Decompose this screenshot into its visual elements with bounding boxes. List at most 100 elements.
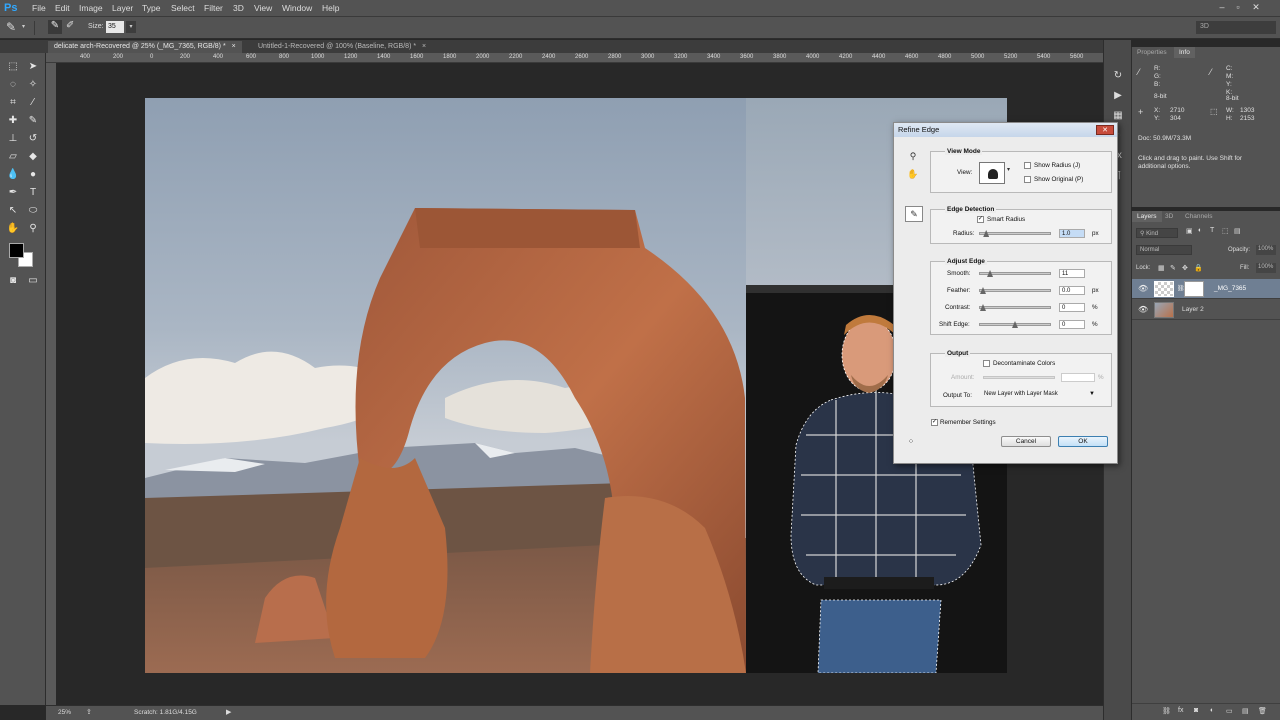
filter-kind-select[interactable]: ⚲ Kind (1136, 228, 1178, 238)
adjustment-layer-icon[interactable]: ◐ (1210, 707, 1214, 714)
filter-pixel-icon[interactable]: ▣ (1186, 227, 1193, 235)
new-layer-icon[interactable]: ▤ (1242, 707, 1249, 715)
menu-image[interactable]: Image (79, 3, 103, 13)
screen-mode-icon[interactable]: ▭ (24, 273, 42, 289)
healing-brush-icon[interactable]: ✚ (4, 113, 22, 129)
feather-slider-knob[interactable] (980, 287, 986, 294)
brush-tool-icon[interactable]: ✎ (6, 20, 16, 34)
pen-tool-icon[interactable]: ✒ (4, 185, 22, 201)
tab-close-icon[interactable]: × (232, 43, 236, 50)
smooth-slider[interactable] (979, 270, 1051, 277)
add-mask-icon[interactable]: ◙ (1194, 707, 1198, 714)
refine-radius-tool-icon[interactable]: ✎ (48, 20, 62, 34)
smooth-input[interactable]: 11 (1059, 269, 1085, 278)
ok-button[interactable]: OK (1058, 436, 1108, 447)
cancel-button[interactable]: Cancel (1001, 436, 1051, 447)
dialog-close-button[interactable]: ✕ (1096, 125, 1114, 135)
restore-icon[interactable]: ▫ (1232, 2, 1244, 13)
tab-info[interactable]: Info (1174, 47, 1195, 58)
export-icon[interactable]: ⇪ (86, 708, 92, 716)
radius-slider-knob[interactable] (983, 230, 990, 237)
blur-tool-icon[interactable]: 💧 (4, 167, 22, 183)
opacity-input[interactable]: 100% (1256, 245, 1276, 255)
shift-edge-slider[interactable] (979, 321, 1051, 328)
layer-name[interactable]: Layer 2 (1182, 306, 1204, 313)
menu-window[interactable]: Window (282, 3, 312, 13)
tab-layers[interactable]: Layers (1132, 211, 1162, 222)
layer-style-icon[interactable]: fx (1178, 707, 1183, 714)
tool-preset-chevron-icon[interactable]: ▾ (22, 23, 25, 30)
show-original-checkbox[interactable] (1024, 176, 1031, 183)
lock-transparent-icon[interactable]: ▦ (1158, 264, 1165, 272)
shift-edge-slider-knob[interactable] (1012, 321, 1018, 328)
visibility-eye-icon[interactable]: 👁 (1138, 305, 1148, 314)
close-icon[interactable]: ✕ (1250, 2, 1262, 13)
blend-mode-select[interactable]: Normal (1136, 245, 1192, 255)
foreground-color-swatch-front[interactable] (9, 243, 24, 258)
layer-mask-thumbnail[interactable] (1184, 281, 1204, 297)
radius-input[interactable]: 1.0 (1059, 229, 1085, 238)
menu-view[interactable]: View (254, 3, 272, 13)
menu-edit[interactable]: Edit (55, 3, 70, 13)
actions-icon[interactable]: ▶ (1109, 88, 1127, 104)
dialog-title-bar[interactable]: Refine Edge ✕ (894, 123, 1117, 137)
lock-position-icon[interactable]: ✥ (1182, 264, 1188, 272)
filter-smart-object-icon[interactable]: ▤ (1234, 227, 1241, 235)
type-tool-icon[interactable]: T (24, 185, 42, 201)
ellipse-tool-icon[interactable]: ⬭ (24, 203, 42, 219)
delete-layer-icon[interactable]: 🗑 (1258, 707, 1267, 715)
decontaminate-checkbox[interactable] (983, 360, 990, 367)
delicate-arch-photo[interactable] (145, 98, 746, 673)
view-preview-select[interactable] (979, 162, 1005, 184)
lock-image-icon[interactable]: ✎ (1170, 264, 1176, 272)
layer-row-layer2[interactable]: 👁 Layer 2 (1132, 300, 1280, 320)
radius-slider[interactable] (979, 230, 1051, 237)
layer-name[interactable]: _MG_7365 (1214, 285, 1246, 292)
zoom-tool-icon[interactable]: ⚲ (24, 221, 42, 237)
hand-tool-icon[interactable]: ✋ (906, 167, 920, 181)
tab-3d[interactable]: 3D (1160, 211, 1178, 222)
view-dropdown-icon[interactable]: ▾ (1007, 166, 1010, 173)
size-dropdown-icon[interactable]: ▾ (126, 21, 136, 33)
dodge-tool-icon[interactable]: ● (24, 167, 42, 183)
menu-select[interactable]: Select (171, 3, 195, 13)
new-group-icon[interactable]: ▭ (1226, 707, 1233, 715)
tab-close-icon[interactable]: × (422, 43, 426, 50)
crop-tool-icon[interactable]: ⌗ (4, 95, 22, 111)
link-layers-icon[interactable]: ⛓ (1162, 707, 1171, 715)
size-input[interactable]: 35 (106, 21, 124, 33)
menu-file[interactable]: File (32, 3, 46, 13)
feather-slider[interactable] (979, 287, 1051, 294)
remember-settings-checkbox[interactable]: ✓ (931, 419, 938, 426)
contrast-slider[interactable] (979, 304, 1051, 311)
move-tool-icon[interactable]: ➤ (24, 59, 42, 75)
tab-channels[interactable]: Channels (1180, 211, 1217, 222)
shift-edge-input[interactable]: 0 (1059, 320, 1085, 329)
quick-mask-icon[interactable]: ◙ (4, 273, 22, 289)
zoom-tool-icon[interactable]: ⚲ (906, 149, 920, 163)
path-selection-icon[interactable]: ↖ (4, 203, 22, 219)
history-icon[interactable]: ↻ (1109, 68, 1127, 84)
menu-type[interactable]: Type (142, 3, 160, 13)
history-brush-icon[interactable]: ↺ (24, 131, 42, 147)
hand-tool-icon[interactable]: ✋ (4, 221, 22, 237)
smart-radius-checkbox[interactable]: ✓ (977, 216, 984, 223)
zoom-level[interactable]: 25% (58, 709, 71, 716)
status-menu-arrow-icon[interactable]: ▶ (226, 708, 231, 716)
minimize-icon[interactable]: – (1216, 2, 1228, 13)
eraser-tool-icon[interactable]: ▱ (4, 149, 22, 165)
workspace-select[interactable]: 3D (1196, 21, 1276, 34)
clone-stamp-icon[interactable]: ⊥ (4, 131, 22, 147)
feather-input[interactable]: 0.0 (1059, 286, 1085, 295)
visibility-eye-icon[interactable]: 👁 (1138, 284, 1148, 293)
menu-help[interactable]: Help (322, 3, 339, 13)
refine-radius-tool-icon[interactable]: ✎ (905, 206, 923, 222)
output-to-select[interactable]: New Layer with Layer Mask ▼ (981, 390, 1099, 401)
eyedropper-tool-icon[interactable]: ⁄ (24, 95, 42, 111)
tab-properties[interactable]: Properties (1132, 47, 1172, 58)
quick-selection-tool-icon[interactable]: ✧ (24, 77, 42, 93)
filter-shape-icon[interactable]: ⬚ (1222, 227, 1229, 235)
contrast-slider-knob[interactable] (980, 304, 986, 311)
fill-input[interactable]: 100% (1256, 263, 1276, 273)
paint-bucket-icon[interactable]: ◆ (24, 149, 42, 165)
